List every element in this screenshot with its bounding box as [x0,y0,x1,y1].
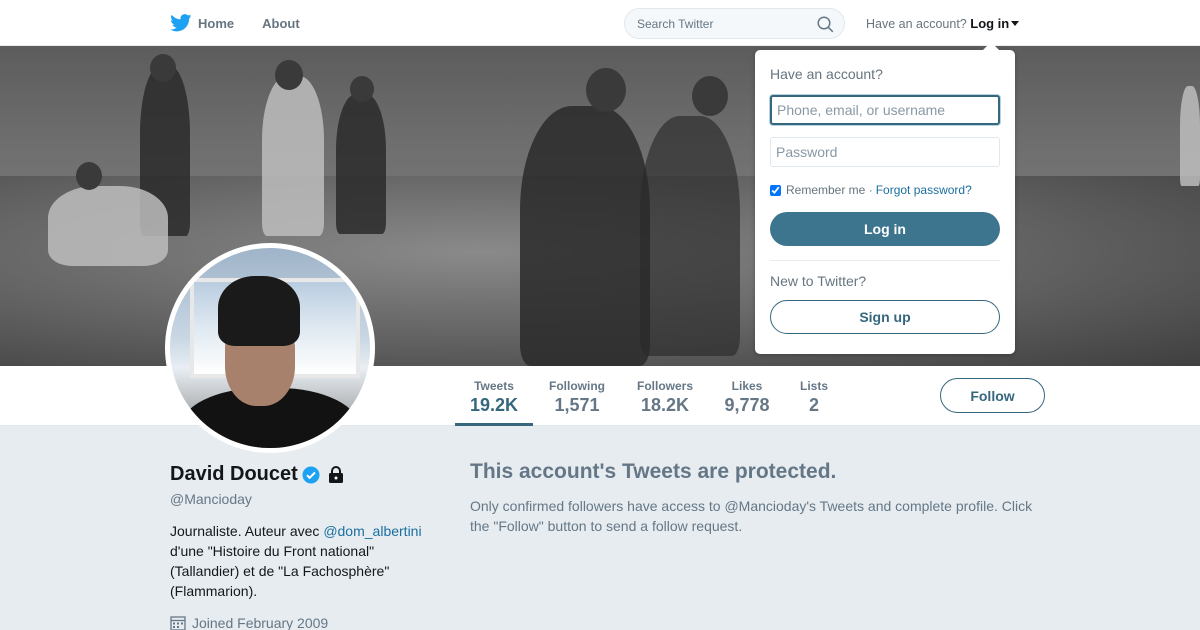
login-dropdown-heading: Have an account? [770,66,883,82]
stat-likes[interactable]: Likes 9,778 [718,366,776,426]
nav-about[interactable]: About [262,16,300,31]
joined-date: Joined February 2009 [170,615,328,630]
protected-description: Only confirmed followers have access to … [470,498,1033,534]
search-icon[interactable] [817,16,834,33]
profile-name-row: David Doucet [170,463,344,486]
new-to-twitter-text: New to Twitter? [770,273,867,289]
forgot-password-link[interactable]: Forgot password? [876,183,972,197]
password-field[interactable] [770,137,1000,167]
caret-down-icon[interactable] [1011,21,1020,26]
stat-lists-value: 2 [808,395,819,415]
stat-following-value: 1,571 [554,395,600,415]
joined-text: Joined February 2009 [192,615,329,630]
bio-mention-link[interactable]: @dom_albertini [323,523,421,539]
profile-name[interactable]: David Doucet [170,463,298,486]
stat-lists-label: Lists [799,379,828,393]
separator-dot: · [868,183,873,197]
login-button[interactable]: Log in [770,212,1000,246]
stat-followers[interactable]: Followers 18.2K [630,366,700,426]
bio-text-end: d'une "Histoire du Front national" (Tall… [170,543,390,599]
search-box[interactable] [624,8,845,39]
stat-following[interactable]: Following 1,571 [542,366,612,426]
follow-button[interactable]: Follow [940,378,1045,413]
username-field[interactable] [770,95,1000,125]
dropdown-divider [770,260,1000,261]
search-input[interactable] [637,16,807,31]
profile-bio: Journaliste. Auteur avec @dom_albertini … [170,521,430,601]
remember-me-checkbox[interactable] [770,184,781,196]
stat-tweets[interactable]: Tweets 19.2K [455,366,533,426]
stat-tweets-label: Tweets [474,379,514,393]
calendar-icon [170,616,186,630]
twitter-bird-icon [170,14,192,32]
nav-home-label: Home [198,15,235,31]
login-dropdown: Have an account? Remember me · Forgot pa… [755,42,1015,354]
stat-followers-value: 18.2K [640,395,690,415]
remember-row: Remember me · Forgot password? [770,183,972,197]
stat-likes-label: Likes [731,379,763,393]
nav-left: Home About [170,0,328,46]
nav-home[interactable]: Home [170,14,234,32]
avatar-photo [170,248,370,448]
bio-text-start: Journaliste. Auteur avec [170,523,324,539]
verified-badge-icon [302,466,320,483]
signup-button[interactable]: Sign up [770,300,1000,334]
have-account-text: Have an account? [866,17,967,31]
stat-likes-value: 9,778 [724,395,770,415]
stat-tweets-value: 19.2K [469,395,519,415]
protected-title: This account's Tweets are protected. [470,460,837,483]
profile-handle[interactable]: @Mancioday [170,491,252,507]
stat-following-label: Following [549,379,605,393]
lock-icon [328,465,343,483]
avatar[interactable] [165,243,375,453]
stat-followers-label: Followers [636,379,693,393]
stat-lists[interactable]: Lists 2 [792,366,836,426]
have-account-area: Have an account? Log in [866,16,1020,31]
nav-about-label: About [262,15,300,31]
login-menu-toggle[interactable]: Log in [970,16,1009,31]
top-navigation-bar: Home About Have an account? Log in [0,0,1200,46]
remember-me-label[interactable]: Remember me [786,183,865,197]
